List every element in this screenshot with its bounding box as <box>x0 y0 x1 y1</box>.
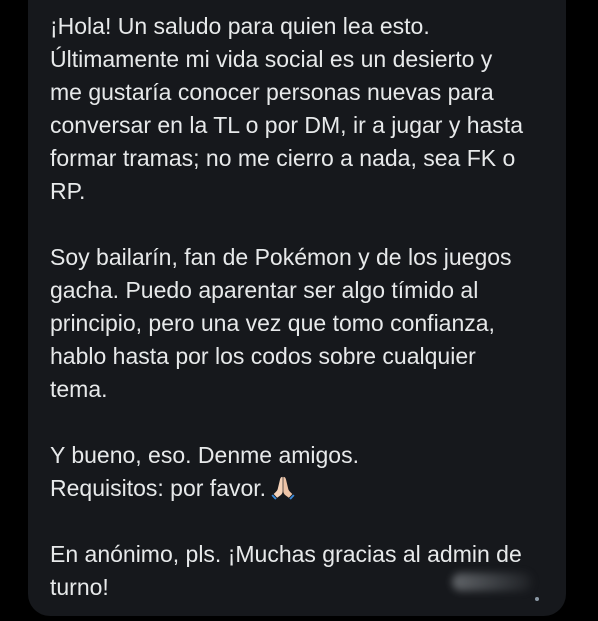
message-line: gacha. Puedo aparentar ser algo tímido a… <box>50 277 479 303</box>
message-line: ¡Hola! Un saludo para quien lea esto. <box>50 13 430 39</box>
message-text: ¡Hola! Un saludo para quien lea esto. Úl… <box>50 10 548 604</box>
message-paragraph-1: ¡Hola! Un saludo para quien lea esto. Úl… <box>50 10 548 208</box>
message-line: formar tramas; no me cierro a nada, sea … <box>50 145 516 171</box>
message-line: conversar en la TL o por DM, ir a jugar … <box>50 112 523 138</box>
message-paragraph-2: Soy bailarín, fan de Pokémon y de los ju… <box>50 241 548 406</box>
message-line: En anónimo, pls. ¡Muchas gracias al admi… <box>50 541 522 567</box>
blurred-redaction <box>452 573 532 591</box>
folded-hands-emoji-icon <box>271 476 295 500</box>
message-line: Y bueno, eso. Denme amigos. <box>50 442 359 468</box>
message-line: tema. <box>50 376 108 402</box>
dot-mark <box>535 597 539 601</box>
message-line: Últimamente mi vida social es un desiert… <box>50 46 493 72</box>
message-line: hablo hasta por los codos sobre cualquie… <box>50 343 476 369</box>
message-line-with-emoji: Requisitos: por favor. <box>50 472 548 505</box>
message-paragraph-3: Y bueno, eso. Denme amigos. Requisitos: … <box>50 439 548 505</box>
message-line-text: Requisitos: por favor. <box>50 475 267 501</box>
message-line: me gustaría conocer personas nuevas para <box>50 79 494 105</box>
message-bubble: ¡Hola! Un saludo para quien lea esto. Úl… <box>28 0 566 616</box>
message-line: Soy bailarín, fan de Pokémon y de los ju… <box>50 244 512 270</box>
message-line: principio, pero una vez que tomo confian… <box>50 310 495 336</box>
message-paragraph-4: En anónimo, pls. ¡Muchas gracias al admi… <box>50 538 548 604</box>
message-line: RP. <box>50 178 86 204</box>
